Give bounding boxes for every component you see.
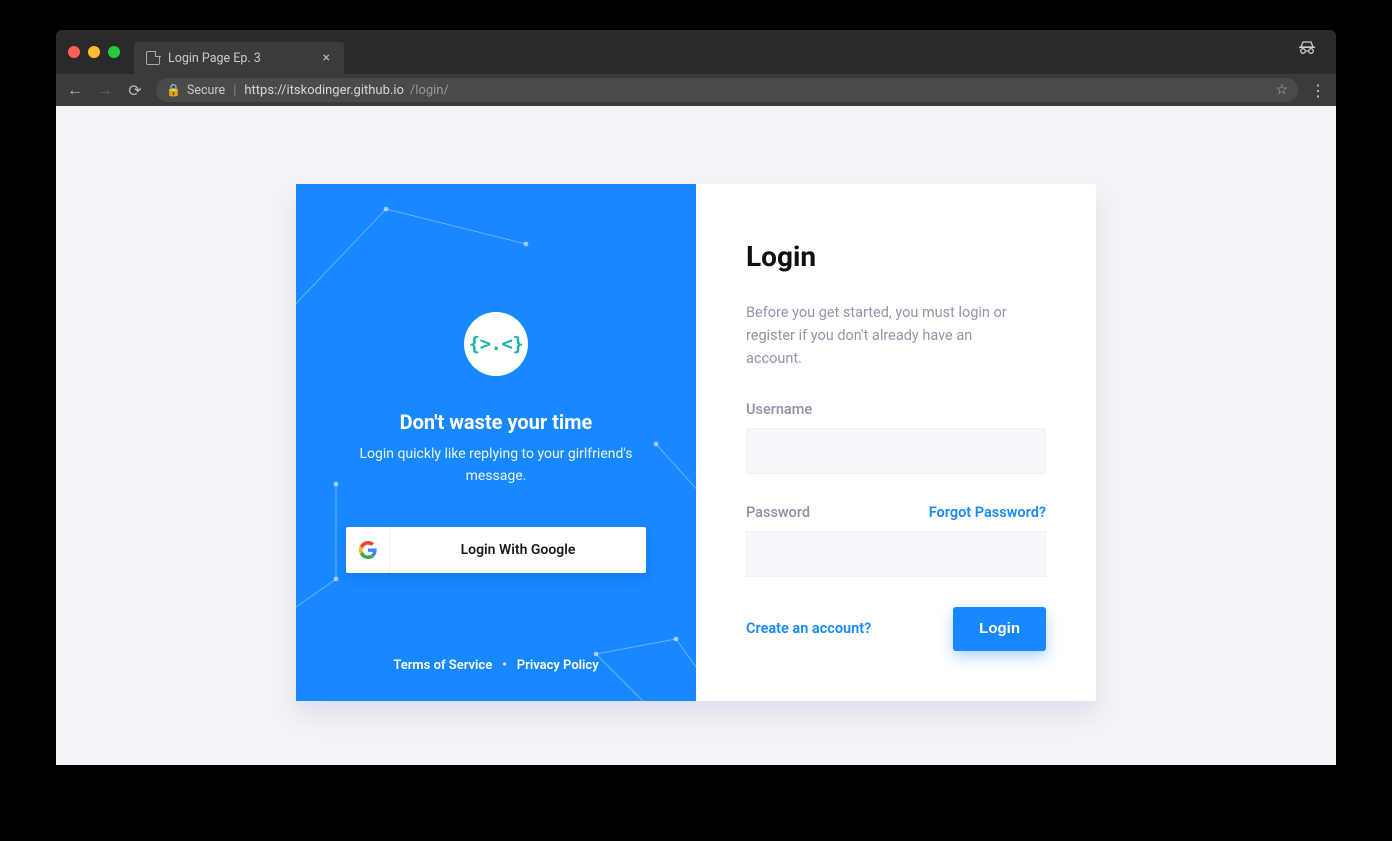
url-host: https://itskodinger.github.io — [244, 83, 404, 98]
lock-icon: 🔒 — [166, 83, 181, 97]
login-card: {>.<} Don't waste your time Login quickl… — [296, 184, 1096, 701]
terms-link[interactable]: Terms of Service — [393, 658, 492, 673]
tab-close-button[interactable]: × — [319, 50, 334, 66]
nav-forward-button[interactable]: → — [96, 80, 114, 100]
google-login-button[interactable]: Login With Google — [346, 527, 646, 573]
password-input[interactable] — [746, 531, 1046, 577]
window-close-button[interactable] — [68, 46, 80, 58]
password-label: Password — [746, 504, 810, 521]
privacy-link[interactable]: Privacy Policy — [517, 658, 599, 673]
google-icon — [346, 527, 390, 573]
login-intro: Before you get started, you must login o… — [746, 301, 1026, 371]
secure-label: Secure — [187, 83, 225, 98]
browser-menu-button[interactable]: ⋮ — [1310, 81, 1326, 100]
brand-logo: {>.<} — [464, 312, 528, 376]
tab-title: Login Page Ep. 3 — [168, 51, 261, 66]
url-path: /login/ — [410, 83, 449, 98]
login-form-panel: Login Before you get started, you must l… — [696, 184, 1096, 701]
password-field-group: Password Forgot Password? — [746, 504, 1046, 577]
incognito-icon — [1298, 40, 1316, 59]
username-field-group: Username — [746, 401, 1046, 474]
browser-tab[interactable]: Login Page Ep. 3 × — [134, 42, 344, 74]
bookmark-star-icon[interactable]: ☆ — [1275, 82, 1288, 98]
promo-panel: {>.<} Don't waste your time Login quickl… — [296, 184, 696, 701]
browser-window: Login Page Ep. 3 × ← → ⟳ 🔒 Secure | http… — [56, 30, 1336, 765]
nav-back-button[interactable]: ← — [66, 80, 84, 100]
username-label: Username — [746, 401, 1046, 418]
google-login-label: Login With Google — [390, 542, 646, 558]
window-maximize-button[interactable] — [108, 46, 120, 58]
url-field[interactable]: 🔒 Secure | https://itskodinger.github.io… — [156, 78, 1298, 102]
footer-links: Terms of Service • Privacy Policy — [393, 658, 598, 673]
create-account-link[interactable]: Create an account? — [746, 620, 871, 637]
forgot-password-link[interactable]: Forgot Password? — [929, 504, 1046, 521]
brand-logo-text: {>.<} — [469, 333, 524, 355]
nav-reload-button[interactable]: ⟳ — [126, 81, 144, 100]
page-viewport: {>.<} Don't waste your time Login quickl… — [56, 106, 1336, 765]
promo-subtext: Login quickly like replying to your girl… — [346, 444, 646, 487]
decorative-lines — [296, 184, 696, 701]
username-input[interactable] — [746, 428, 1046, 474]
promo-heading: Don't waste your time — [400, 410, 593, 434]
footer-separator: • — [502, 658, 507, 673]
window-minimize-button[interactable] — [88, 46, 100, 58]
login-heading: Login — [746, 240, 1046, 273]
browser-address-bar: ← → ⟳ 🔒 Secure | https://itskodinger.git… — [56, 74, 1336, 106]
browser-titlebar: Login Page Ep. 3 × — [56, 30, 1336, 74]
page-icon — [146, 51, 160, 65]
login-button[interactable]: Login — [953, 607, 1046, 651]
